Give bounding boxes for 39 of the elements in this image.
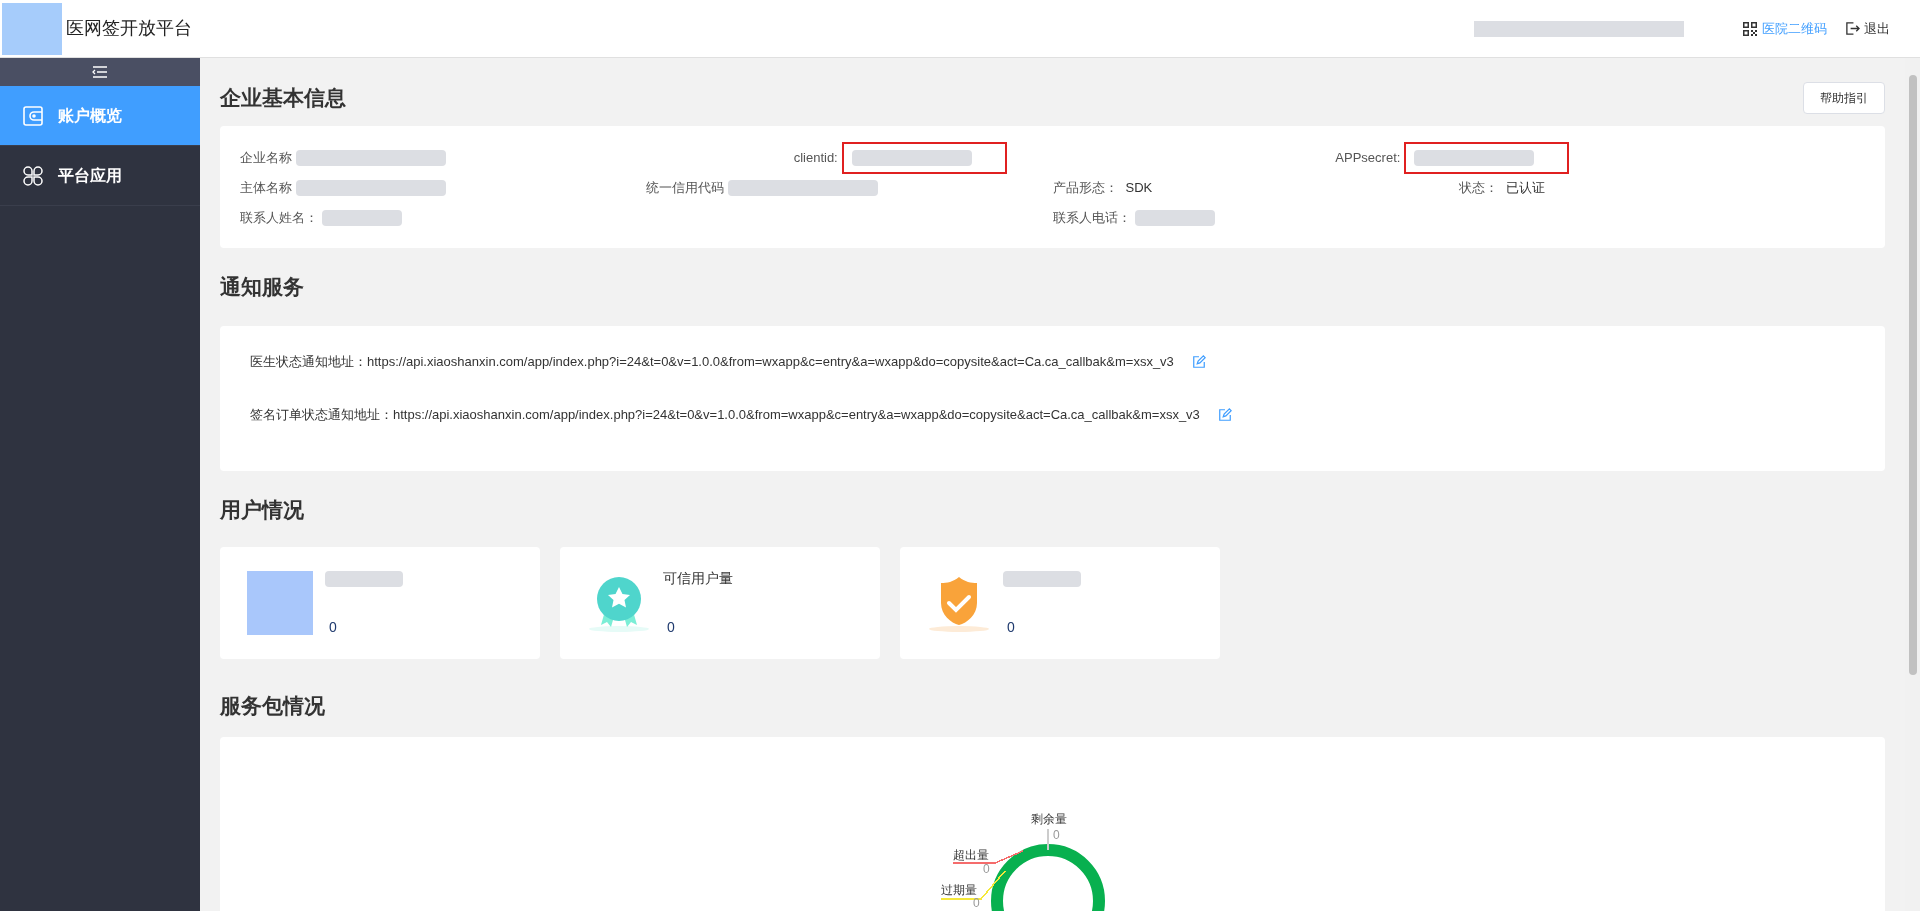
leader-line xyxy=(1046,828,1049,851)
section-title: 企业基本信息 xyxy=(220,85,346,111)
logout-link[interactable]: 退出 xyxy=(1845,18,1890,39)
wallet-icon xyxy=(22,104,44,127)
stat-value: 0 xyxy=(329,618,338,637)
field-label: APPsecret: xyxy=(1335,149,1401,168)
field-label: 统一信用代码 xyxy=(646,179,725,198)
section-title: 服务包情况 xyxy=(220,693,326,719)
edit-icon[interactable] xyxy=(1191,355,1206,369)
field-label: 主体名称 xyxy=(240,179,292,198)
field-label: 企业名称 xyxy=(240,149,292,168)
notify-url-text: 医生状态通知地址：https://api.xiaoshanxin.com/app/index.php?i=24&t=0&v=1.0.0&from=wxapp&c=entry&a=wxapp&do=copysite&act=Ca.ca_callbak&m=xsx_v3 xyxy=(250,353,1174,372)
photo-placeholder xyxy=(247,571,313,635)
segment-value: 0 xyxy=(1052,828,1060,842)
field-label: clientid: xyxy=(793,149,838,168)
logo-icon xyxy=(2,2,62,55)
field-value: 已认证 xyxy=(1505,179,1545,198)
segment-value: 0 xyxy=(982,862,990,876)
help-button[interactable]: 帮助指引 xyxy=(1803,82,1885,114)
field-value: SDK xyxy=(1125,179,1153,198)
stat-value: 0 xyxy=(1007,618,1016,637)
segment-label: 超出量 xyxy=(952,848,989,862)
field-label: 状态： xyxy=(1458,179,1498,198)
stat-label: 可信用户量 xyxy=(663,569,733,588)
field-label: 产品形态： xyxy=(1052,179,1118,198)
app-title: 医网签开放平台 xyxy=(66,17,192,40)
segment-label: 过期量 xyxy=(940,883,977,897)
edit-icon[interactable] xyxy=(1217,408,1232,422)
qr-code-icon xyxy=(1742,20,1758,37)
field-label: 联系人姓名： xyxy=(240,209,318,228)
stat-value: 0 xyxy=(667,618,676,637)
section-title: 通知服务 xyxy=(220,274,305,300)
logout-icon xyxy=(1845,21,1860,36)
apps-icon xyxy=(22,164,44,187)
section-title: 用户情况 xyxy=(220,497,305,523)
segment-value: 0 xyxy=(972,896,980,910)
segment-label: 剩余量 xyxy=(1030,812,1067,826)
field-label: 联系人电话： xyxy=(1052,209,1131,228)
notify-url-text: 签名订单状态通知地址：https://api.xiaoshanxin.com/app/index.php?i=24&t=0&v=1.0.0&from=wxapp&c=entry&a=wxapp&do=copysite&act=Ca.ca_callbak&m=xsx_v3 xyxy=(250,406,1200,425)
